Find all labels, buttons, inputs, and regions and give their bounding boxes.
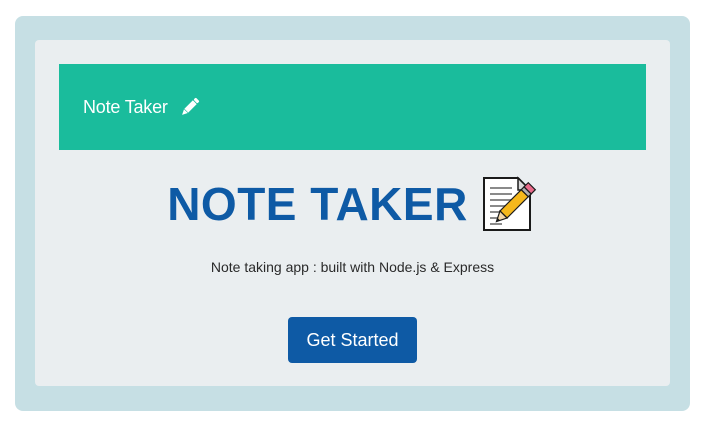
get-started-button[interactable]: Get Started [288, 317, 417, 363]
hero-title: NOTE TAKER [35, 176, 670, 232]
page-frame: Note Taker NOTE TAKER Note taking app: … [15, 16, 690, 411]
memo-icon [480, 176, 538, 232]
pencil-icon [179, 97, 200, 118]
navbar: Note Taker [59, 64, 646, 150]
content-panel: Note Taker NOTE TAKER Note taking app: … [35, 40, 670, 386]
hero-title-text: NOTE TAKER [167, 178, 468, 230]
navbar-brand-link[interactable]: Note Taker [83, 97, 200, 118]
navbar-brand-label: Note Taker [83, 96, 168, 117]
hero-subtitle: Note taking app : built with Node.js & E… [210, 259, 495, 275]
